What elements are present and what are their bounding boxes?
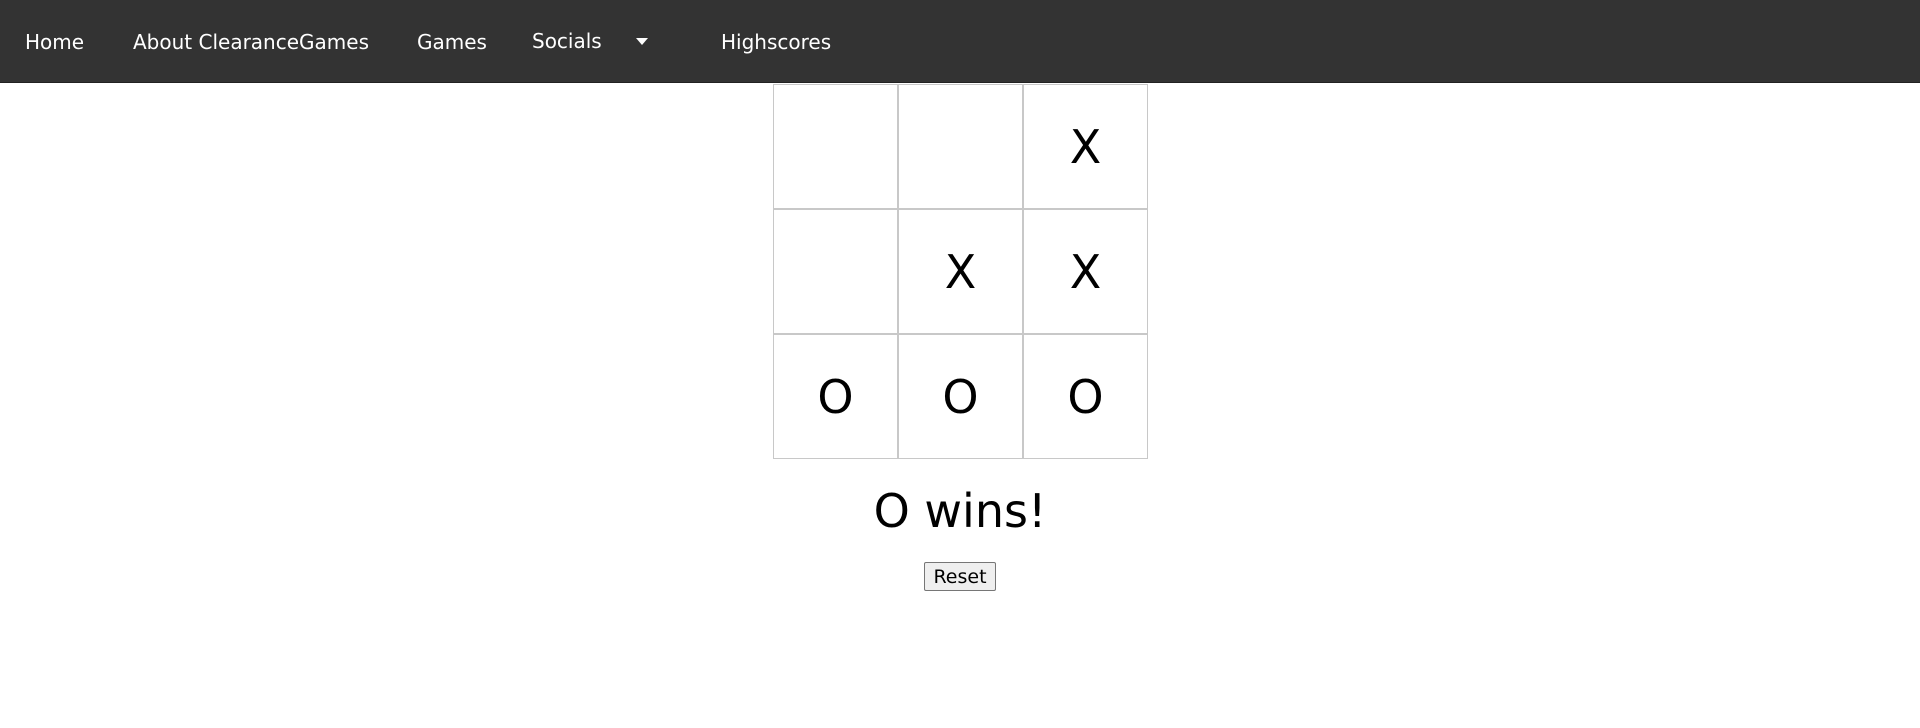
nav-games-link[interactable]: Games [417, 0, 487, 83]
game-status-message: O wins! [873, 484, 1047, 538]
top-navbar: Home About ClearanceGames Games Socials … [0, 0, 1920, 83]
caret-down-icon[interactable] [636, 38, 648, 45]
board-cell-4[interactable]: X [898, 209, 1023, 334]
tic-tac-toe-board: X X X O O O [773, 84, 1148, 459]
board-cell-6[interactable]: O [773, 334, 898, 459]
board-cell-7[interactable]: O [898, 334, 1023, 459]
board-cell-8[interactable]: O [1023, 334, 1148, 459]
nav-home-link[interactable]: Home [25, 0, 84, 83]
board-cell-5[interactable]: X [1023, 209, 1148, 334]
nav-highscores-link[interactable]: Highscores [721, 0, 831, 83]
reset-container: Reset [0, 562, 1920, 591]
board-cell-2[interactable]: X [1023, 84, 1148, 209]
nav-about-link[interactable]: About ClearanceGames [133, 0, 369, 83]
board-cell-1[interactable] [898, 84, 1023, 209]
board-cell-3[interactable] [773, 209, 898, 334]
nav-socials-dropdown[interactable]: Socials [532, 0, 602, 83]
board-cell-0[interactable] [773, 84, 898, 209]
reset-button[interactable]: Reset [924, 562, 996, 591]
